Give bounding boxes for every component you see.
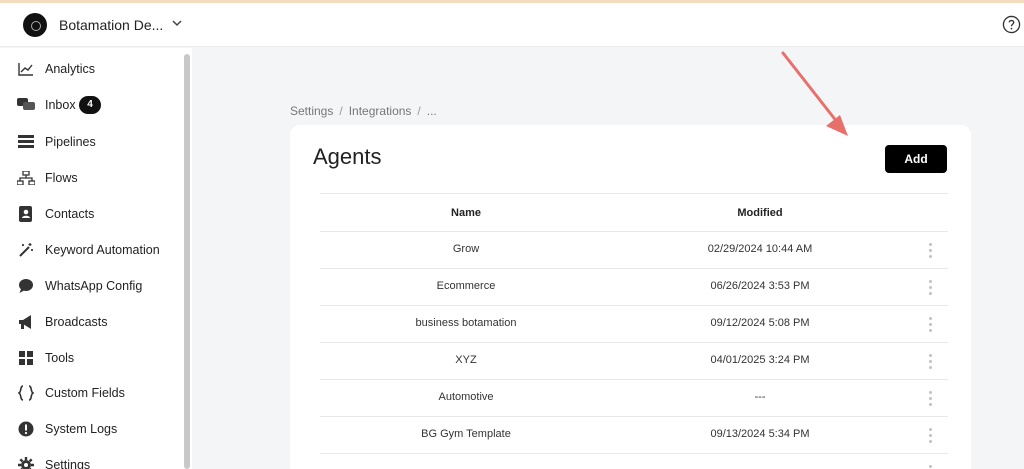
chevron-down-icon[interactable] [170, 16, 184, 30]
sidebar-item-analytics[interactable]: Analytics [0, 51, 180, 87]
sidebar-item-inbox[interactable]: Inbox 4 [0, 87, 180, 123]
more-options-icon[interactable] [926, 316, 936, 332]
gear-icon [17, 456, 35, 469]
chart-line-icon [17, 60, 35, 78]
breadcrumb-item-settings[interactable]: Settings [290, 104, 333, 118]
agent-name-cell: XYZ [455, 354, 477, 366]
table-row[interactable]: business botamation 09/12/2024 5:08 PM [320, 305, 948, 342]
sidebar-item-settings[interactable]: Settings [0, 447, 180, 469]
modified-date-cell: 04/01/2025 3:24 PM [710, 354, 810, 366]
megaphone-icon [17, 313, 35, 331]
sidebar-item-label: Settings [45, 458, 91, 469]
page-title: Agents [313, 144, 382, 169]
modified-date-cell: --- [754, 391, 766, 403]
top-bar: Botamation De... [0, 3, 1024, 47]
sidebar-item-label: System Logs [45, 422, 118, 436]
sidebar-scrollbar[interactable] [184, 54, 190, 469]
breadcrumb-separator: / [339, 104, 343, 118]
table-row[interactable]: Ecommerce 06/26/2024 3:53 PM [320, 268, 948, 305]
table-row[interactable]: BG Gym Template 09/13/2024 5:34 PM [320, 416, 948, 453]
sidebar-item-label: Analytics [45, 62, 96, 76]
sidebar-item-label: Contacts [45, 207, 95, 221]
more-options-icon[interactable] [926, 279, 936, 295]
sidebar-item-label: Custom Fields [45, 386, 125, 400]
sidebar-item-label: Tools [45, 351, 75, 365]
more-options-icon[interactable] [926, 464, 936, 469]
chat-bubbles-icon [17, 96, 35, 114]
sidebar-item-label: Flows [45, 171, 78, 185]
agent-name-cell: Automotive [438, 391, 494, 403]
speech-bubble-icon [17, 277, 35, 295]
agent-name-cell: Grow [452, 243, 480, 255]
divider [320, 193, 948, 194]
sidebar-item-whatsapp-config[interactable]: WhatsApp Config [0, 268, 180, 304]
sidebar-item-label: Pipelines [45, 135, 96, 149]
breadcrumb-separator: / [417, 104, 421, 118]
modified-date-cell: 09/12/2024 5:08 PM [710, 317, 810, 329]
help-icon[interactable] [1002, 15, 1021, 34]
magic-wand-icon [17, 241, 35, 259]
grid-icon [17, 349, 35, 367]
add-agent-button[interactable]: Add [885, 145, 947, 173]
sidebar-item-broadcasts[interactable]: Broadcasts [0, 304, 180, 340]
more-options-icon[interactable] [926, 242, 936, 258]
sidebar-item-pipelines[interactable]: Pipelines [0, 124, 180, 160]
sidebar-item-label: Keyword Automation [45, 243, 160, 257]
agents-card: Agents Add Name Modified Grow 02/29/2024… [290, 125, 971, 469]
column-header-name[interactable]: Name [320, 207, 612, 219]
modified-date-cell: 02/29/2024 10:44 AM [707, 243, 813, 255]
sidebar-item-label: WhatsApp Config [45, 279, 143, 293]
table-row[interactable]: Grow 02/29/2024 10:44 AM [320, 231, 948, 268]
inbox-count-badge: 4 [79, 96, 101, 114]
modified-date-cell: 06/26/2024 3:53 PM [710, 280, 810, 292]
braces-icon [17, 384, 35, 402]
breadcrumb: Settings / Integrations /... [290, 104, 437, 118]
more-options-icon[interactable] [926, 390, 936, 406]
workspace-name[interactable]: Botamation De... [59, 17, 163, 33]
agent-name-cell: business botamation [415, 317, 517, 329]
table-row[interactable]: Automotive --- [320, 379, 948, 416]
more-options-icon[interactable] [926, 427, 936, 443]
workspace-avatar[interactable] [23, 13, 47, 37]
table-row[interactable]: XYZ 04/01/2025 3:24 PM [320, 342, 948, 379]
column-header-modified[interactable]: Modified [612, 207, 908, 219]
sidebar-item-system-logs[interactable]: System Logs [0, 411, 180, 447]
sidebar-item-keyword-automation[interactable]: Keyword Automation [0, 232, 180, 268]
pipeline-icon [17, 133, 35, 151]
contact-book-icon [17, 205, 35, 223]
flow-tree-icon [17, 169, 35, 187]
sidebar-item-custom-fields[interactable]: Custom Fields [0, 375, 180, 411]
sidebar-item-label: Broadcasts [45, 315, 108, 329]
more-options-icon[interactable] [926, 353, 936, 369]
breadcrumb-item-current: ... [426, 104, 437, 118]
sidebar-item-label: Inbox [45, 98, 76, 112]
agent-name-cell: Ecommerce [436, 280, 496, 292]
sidebar-item-tools[interactable]: Tools [0, 340, 180, 376]
agent-name-cell: BG Gym Template [421, 428, 511, 440]
sidebar-item-flows[interactable]: Flows [0, 160, 180, 196]
table-row-partial[interactable] [320, 453, 948, 469]
modified-date-cell: 09/13/2024 5:34 PM [710, 428, 810, 440]
breadcrumb-item-integrations[interactable]: Integrations [349, 104, 412, 118]
alert-circle-icon [17, 420, 35, 438]
sidebar-item-contacts[interactable]: Contacts [0, 196, 180, 232]
